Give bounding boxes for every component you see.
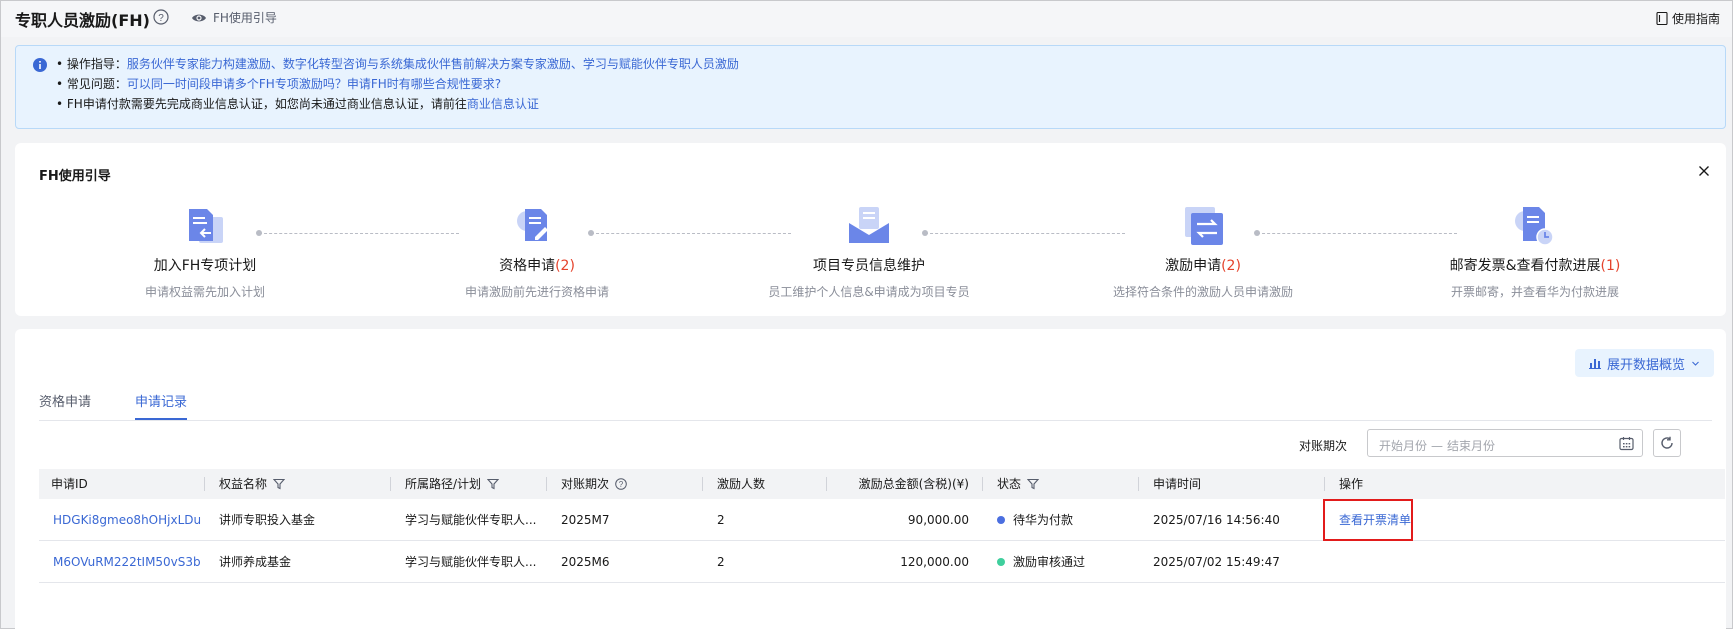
faq-link[interactable]: 可以同一时间段申请多个FH专项激励吗？申请FH时有哪些合规性要求? [127, 77, 501, 91]
refresh-icon [1661, 436, 1673, 449]
fh-guide-label: FH使用引导 [213, 11, 277, 25]
table-row: HDGKi8gmeo8hOHjxLDu 讲师专职投入基金 学习与赋能伙伴专职人.… [39, 499, 1725, 541]
total-amount: 90,000.00 [907, 513, 969, 527]
eye-icon [192, 14, 206, 21]
svg-text:?: ? [619, 480, 624, 489]
tab-application-records[interactable]: 申请记录 [135, 391, 188, 420]
page-header: 专职人员激励(FH) ? FH使用引导 使用指南 [1, 1, 1732, 37]
action-cell: 查看开票清单 [1323, 499, 1413, 541]
period-placeholder: 开始月份 — 结束月份 [1379, 439, 1496, 453]
notice-faq-prefix: • 常见问题： [56, 77, 127, 91]
exchange-icon [1185, 207, 1223, 245]
info-icon [33, 58, 47, 72]
step-desc: 员工维护个人信息&申请成为项目专员 [768, 285, 970, 299]
column-header-time: 申请时间 [1139, 469, 1325, 499]
tab-qualification[interactable]: 资格申请 [39, 391, 91, 418]
status-cell: 激励审核通过 [997, 541, 1137, 583]
step-desc: 选择符合条件的激励人员申请激励 [1112, 285, 1293, 299]
operation-guide-link[interactable]: 服务伙伴专家能力构建激励、数字化转型咨询与系统集成伙伴售前解决方案专家激励、学习… [127, 57, 739, 71]
notice-operation-guide: • 操作指导：服务伙伴专家能力构建激励、数字化转型咨询与系统集成伙伴售前解决方案… [56, 55, 739, 72]
view-invoice-list-link[interactable]: 查看开票清单 [1339, 513, 1411, 527]
app-frame: 专职人员激励(FH) ? FH使用引导 使用指南 • 操作指导：服务伙伴专家能力… [0, 0, 1733, 629]
status-text: 待华为付款 [1013, 513, 1074, 527]
notice-operation-prefix: • 操作指导： [56, 57, 127, 71]
step-name: 加入FH专项计划 [153, 258, 257, 274]
step-desc: 开票邮寄，并查看华为付款进展 [1450, 285, 1619, 299]
column-header-amount: 激励总金额(含税)(¥) [827, 469, 983, 499]
status-cell: 待华为付款 [997, 499, 1137, 541]
qualification-icon [517, 209, 548, 241]
steps-title: FH使用引导 [39, 169, 111, 184]
column-header-id: 申请ID [39, 469, 205, 499]
status-text: 激励审核通过 [1013, 555, 1086, 569]
fh-guide-toggle[interactable]: FH使用引导 [191, 9, 277, 26]
calendar-icon[interactable] [1619, 436, 1634, 451]
document-icon [1656, 12, 1668, 25]
join-plan-icon [189, 209, 223, 243]
step-qualification[interactable]: 资格申请(2) 申请激励前先进行资格申请 [407, 203, 667, 300]
period: 2025M6 [561, 555, 610, 569]
specialist-info-icon [849, 207, 889, 243]
benefit-name: 讲师专职投入基金 [219, 513, 316, 527]
table-header: 申请ID 权益名称 所属路径/计划 对账期次 ? 激励人数 激励总金额(含税)(… [39, 469, 1725, 499]
step-name: 激励申请(2) [1165, 258, 1241, 274]
step-name: 项目专员信息维护 [813, 258, 925, 274]
invoice-clock-icon [1515, 207, 1554, 246]
filter-icon[interactable] [487, 478, 500, 490]
period-filter-label: 对账期次 [1299, 439, 1348, 453]
user-manual-link[interactable]: 使用指南 [1656, 10, 1720, 27]
notice-cert-prefix: • FH申请付款需要先完成商业信息认证，如您尚未通过商业信息认证，请前往 [56, 97, 467, 111]
filter-icon[interactable] [273, 478, 286, 490]
help-circle-icon[interactable]: ? [153, 9, 169, 25]
page-title: 专职人员激励(FH) [15, 11, 150, 30]
tab-bar: 资格申请 申请记录 [39, 391, 1712, 421]
column-header-status: 状态 [983, 469, 1139, 499]
step-desc: 申请权益需先加入计划 [144, 285, 265, 299]
chevron-down-icon [1692, 361, 1699, 366]
application-time: 2025/07/16 14:56:40 [1153, 513, 1280, 527]
help-circle-icon[interactable]: ? [615, 478, 627, 490]
bar-chart-icon [1588, 359, 1601, 369]
svg-text:?: ? [158, 13, 164, 24]
user-manual-label: 使用指南 [1671, 12, 1720, 26]
fh-guide-card: FH使用引导 加入FH专项计划 申请权益需先加入计划 资格申请(2) 申请激励前… [15, 143, 1726, 316]
filter-icon[interactable] [1027, 478, 1040, 490]
records-card: 展开数据概览 资格申请 申请记录 对账期次 开始月份 — 结束月份 申请ID 权… [15, 329, 1726, 629]
step-join-plan[interactable]: 加入FH专项计划 申请权益需先加入计划 [75, 203, 335, 300]
column-header-action: 操作 [1339, 477, 1364, 491]
records-table: 申请ID 权益名称 所属路径/计划 对账期次 ? 激励人数 激励总金额(含税)(… [39, 469, 1725, 583]
notice-business-cert: • FH申请付款需要先完成商业信息认证，如您尚未通过商业信息认证，请前往商业信息… [56, 95, 539, 112]
benefit-name: 讲师养成基金 [219, 555, 292, 569]
people-count: 2 [717, 513, 725, 527]
people-count: 2 [717, 555, 725, 569]
path-plan: 学习与赋能伙伴专职人... [405, 513, 537, 527]
step-invoice-payment[interactable]: 邮寄发票&查看付款进展(1) 开票邮寄，并查看华为付款进展 [1405, 203, 1665, 300]
table-row: M6OVuRM222tIM50vS3b 讲师养成基金 学习与赋能伙伴专职人...… [39, 541, 1725, 583]
application-time: 2025/07/02 15:49:47 [1153, 555, 1280, 569]
period: 2025M7 [561, 513, 610, 527]
application-id-link[interactable]: HDGKi8gmeo8hOHjxLDu [53, 499, 203, 541]
column-header-path: 所属路径/计划 [391, 469, 547, 499]
step-incentive-application[interactable]: 激励申请(2) 选择符合条件的激励人员申请激励 [1073, 203, 1333, 300]
step-specialist-info[interactable]: 项目专员信息维护 员工维护个人信息&申请成为项目专员 [739, 203, 999, 300]
path-plan: 学习与赋能伙伴专职人... [405, 555, 537, 569]
close-icon[interactable] [1698, 165, 1710, 177]
refresh-button[interactable] [1653, 429, 1681, 457]
status-dot [997, 516, 1005, 524]
step-name: 资格申请(2) [499, 258, 575, 274]
column-header-period: 对账期次 ? [547, 469, 703, 499]
column-header-people: 激励人数 [703, 469, 827, 499]
notice-faq: • 常见问题：可以同一时间段申请多个FH专项激励吗？申请FH时有哪些合规性要求? [56, 75, 501, 92]
step-name: 邮寄发票&查看付款进展(1) [1449, 258, 1621, 274]
step-desc: 申请激励前先进行资格申请 [464, 285, 609, 299]
notice-banner: • 操作指导：服务伙伴专家能力构建激励、数字化转型咨询与系统集成伙伴售前解决方案… [15, 45, 1726, 129]
business-cert-link[interactable]: 商业信息认证 [467, 97, 539, 111]
expand-overview-label: 展开数据概览 [1606, 357, 1685, 373]
status-dot [997, 558, 1005, 566]
application-id-link[interactable]: M6OVuRM222tIM50vS3b [53, 541, 203, 583]
period-range-picker[interactable]: 开始月份 — 结束月份 [1367, 429, 1643, 457]
column-header-benefit: 权益名称 [205, 469, 391, 499]
expand-overview-button[interactable]: 展开数据概览 [1574, 349, 1714, 377]
total-amount: 120,000.00 [900, 555, 969, 569]
